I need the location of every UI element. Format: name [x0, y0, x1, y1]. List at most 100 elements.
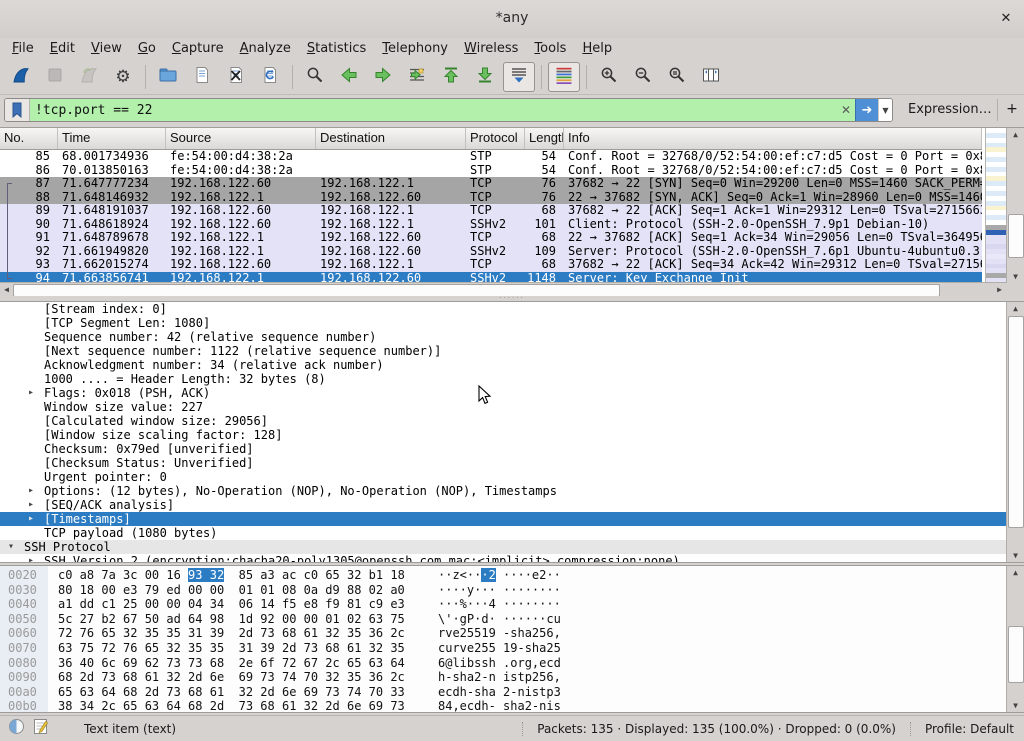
zoom-out-button[interactable]: [627, 62, 659, 92]
packet-row-85[interactable]: 8568.001734936fe:54:00:d4:38:2aSTP54Conf…: [0, 150, 982, 164]
scroll-down-icon[interactable]: ▼: [1007, 699, 1024, 712]
packet-row-86[interactable]: 8670.013850163fe:54:00:d4:38:2aSTP54Conf…: [0, 164, 982, 178]
detail-line[interactable]: Acknowledgment number: 34 (relative ack …: [0, 358, 1024, 372]
menu-telephony[interactable]: Telephony: [374, 40, 456, 57]
zoom-original-button[interactable]: [661, 62, 693, 92]
reload-file-button[interactable]: [254, 62, 286, 92]
detail-line[interactable]: Window size value: 227: [0, 400, 1024, 414]
packet-bytes-pane[interactable]: 0020c0 a8 7a 3c 00 16 93 32 85 a3 ac c0 …: [0, 565, 1024, 713]
go-forward-button[interactable]: [367, 62, 399, 92]
hex-row-0080[interactable]: 008036 40 6c 69 62 73 73 68 2e 6f 72 67 …: [0, 656, 1024, 671]
menu-file[interactable]: File: [4, 40, 42, 57]
scrollbar-thumb[interactable]: [1008, 316, 1024, 528]
menu-capture[interactable]: Capture: [164, 40, 232, 57]
column-header-time[interactable]: Time: [58, 128, 166, 149]
menu-edit[interactable]: Edit: [42, 40, 83, 57]
detail-line[interactable]: TCP payload (1080 bytes): [0, 526, 1024, 540]
hex-bytes[interactable]: 38 34 2c 65 63 64 68 2d 73 68 61 32 2d 6…: [58, 699, 405, 713]
detail-line[interactable]: [Stream index: 0]: [0, 302, 1024, 316]
packet-row-87[interactable]: 8771.647777234192.168.122.60192.168.122.…: [0, 177, 982, 191]
ascii-bytes[interactable]: ··z<···2 ····e2··: [438, 568, 561, 583]
filter-bookmark-icon[interactable]: [5, 99, 30, 121]
scrollbar-thumb[interactable]: [1008, 626, 1024, 683]
ascii-bytes[interactable]: ecdh-sha 2-nistp3: [438, 685, 561, 700]
hex-bytes[interactable]: 80 18 00 e3 79 ed 00 00 01 01 08 0a d9 8…: [58, 583, 405, 598]
expert-info-icon[interactable]: [8, 718, 25, 739]
collapsed-arrow-icon[interactable]: ▸: [28, 512, 34, 526]
detail-line[interactable]: ▸Flags: 0x018 (PSH, ACK): [0, 386, 1024, 400]
expression-button[interactable]: Expression…: [908, 102, 992, 117]
restart-capture-button[interactable]: [73, 62, 105, 92]
profile-text[interactable]: Profile: Default: [910, 722, 1024, 736]
go-to-packet-button[interactable]: [401, 62, 433, 92]
filter-clear-button[interactable]: ✕: [837, 99, 855, 121]
hex-row-0030[interactable]: 003080 18 00 e3 79 ed 00 00 01 01 08 0a …: [0, 583, 1024, 598]
ascii-bytes[interactable]: ···%···4 ········: [438, 597, 561, 612]
detail-line[interactable]: 1000 .... = Header Length: 32 bytes (8): [0, 372, 1024, 386]
find-packet-button[interactable]: [299, 62, 331, 92]
hex-bytes[interactable]: c0 a8 7a 3c 00 16 93 32 85 a3 ac c0 65 3…: [58, 568, 405, 583]
save-file-button[interactable]: [186, 62, 218, 92]
menu-wireless[interactable]: Wireless: [456, 40, 526, 57]
bytes-vscrollbar[interactable]: ▲ ▼: [1006, 566, 1024, 712]
resize-columns-button[interactable]: [695, 62, 727, 92]
packet-list-minimap[interactable]: [985, 128, 1006, 283]
packet-row-91[interactable]: 9171.648789678192.168.122.1192.168.122.6…: [0, 231, 982, 245]
hex-bytes[interactable]: 68 2d 73 68 61 32 2d 6e 69 73 74 70 32 3…: [58, 670, 405, 685]
detail-line[interactable]: ▾SSH Protocol: [0, 540, 1024, 554]
ascii-bytes[interactable]: rve25519 -sha256,: [438, 626, 561, 641]
go-first-packet-button[interactable]: [435, 62, 467, 92]
hex-bytes[interactable]: a1 dd c1 25 00 00 04 34 06 14 f5 e8 f9 8…: [58, 597, 405, 612]
hex-bytes[interactable]: 36 40 6c 69 62 73 73 68 2e 6f 72 67 2c 6…: [58, 656, 405, 671]
go-last-packet-button[interactable]: [469, 62, 501, 92]
scroll-up-icon[interactable]: ▲: [1007, 566, 1024, 579]
menu-help[interactable]: Help: [574, 40, 620, 57]
packet-row-88[interactable]: 8871.648146932192.168.122.1192.168.122.6…: [0, 191, 982, 205]
ascii-bytes[interactable]: 6@libssh .org,ecd: [438, 656, 561, 671]
collapsed-arrow-icon[interactable]: ▸: [28, 554, 34, 563]
filter-dropdown-caret[interactable]: ▼: [878, 99, 892, 121]
detail-line[interactable]: Urgent pointer: 0: [0, 470, 1024, 484]
hex-bytes[interactable]: 5c 27 b2 67 50 ad 64 98 1d 92 00 00 01 0…: [58, 612, 405, 627]
ascii-bytes[interactable]: curve255 19-sha25: [438, 641, 561, 656]
collapsed-arrow-icon[interactable]: ▸: [28, 498, 34, 512]
packet-row-90[interactable]: 9071.648618924192.168.122.60192.168.122.…: [0, 218, 982, 232]
go-back-button[interactable]: [333, 62, 365, 92]
detail-line[interactable]: ▸[SEQ/ACK analysis]: [0, 498, 1024, 512]
column-header-source[interactable]: Source: [166, 128, 316, 149]
menu-statistics[interactable]: Statistics: [299, 40, 374, 57]
hex-row-0070[interactable]: 007063 75 72 76 65 32 35 35 31 39 2d 73 …: [0, 641, 1024, 656]
hex-bytes[interactable]: 72 76 65 32 35 35 31 39 2d 73 68 61 32 3…: [58, 626, 405, 641]
detail-line[interactable]: Checksum: 0x79ed [unverified]: [0, 442, 1024, 456]
filter-apply-button[interactable]: ➜: [855, 99, 878, 121]
add-filter-button[interactable]: +: [1004, 98, 1020, 120]
detail-line[interactable]: [TCP Segment Len: 1080]: [0, 316, 1024, 330]
zoom-in-button[interactable]: [593, 62, 625, 92]
menu-analyze[interactable]: Analyze: [232, 40, 299, 57]
detail-line[interactable]: [Window size scaling factor: 128]: [0, 428, 1024, 442]
ascii-bytes[interactable]: h-sha2-n istp256,: [438, 670, 561, 685]
display-filter-input[interactable]: !tcp.port == 22 ✕ ➜ ▼: [4, 98, 893, 122]
start-capture-button[interactable]: [5, 62, 37, 92]
scroll-down-icon[interactable]: ▼: [1007, 549, 1024, 562]
details-vscrollbar[interactable]: ▲ ▼: [1006, 302, 1024, 562]
hex-bytes[interactable]: 63 75 72 76 65 32 35 35 31 39 2d 73 68 6…: [58, 641, 405, 656]
capture-comment-icon[interactable]: [33, 718, 48, 739]
scroll-up-icon[interactable]: ▲: [1007, 302, 1024, 315]
detail-line[interactable]: [Calculated window size: 29056]: [0, 414, 1024, 428]
detail-line[interactable]: Sequence number: 42 (relative sequence n…: [0, 330, 1024, 344]
detail-line[interactable]: [Checksum Status: Unverified]: [0, 456, 1024, 470]
detail-line[interactable]: [Next sequence number: 1122 (relative se…: [0, 344, 1024, 358]
collapsed-arrow-icon[interactable]: ▸: [28, 386, 34, 400]
scroll-left-icon[interactable]: ◀: [0, 283, 13, 296]
scrollbar-thumb[interactable]: [1008, 214, 1024, 258]
hex-row-00a0[interactable]: 00a065 63 64 68 2d 73 68 61 32 2d 6e 69 …: [0, 685, 1024, 700]
scroll-down-icon[interactable]: ▼: [1007, 270, 1024, 283]
collapsed-arrow-icon[interactable]: ▸: [28, 484, 34, 498]
detail-line[interactable]: ▸[Timestamps]: [0, 512, 1024, 526]
expanded-arrow-icon[interactable]: ▾: [8, 540, 14, 554]
packet-list-vscrollbar[interactable]: ▲ ▼: [1006, 128, 1024, 283]
ascii-bytes[interactable]: \'·gP·d· ······cu: [438, 612, 561, 627]
open-file-button[interactable]: [152, 62, 184, 92]
hex-row-0090[interactable]: 009068 2d 73 68 61 32 2d 6e 69 73 74 70 …: [0, 670, 1024, 685]
